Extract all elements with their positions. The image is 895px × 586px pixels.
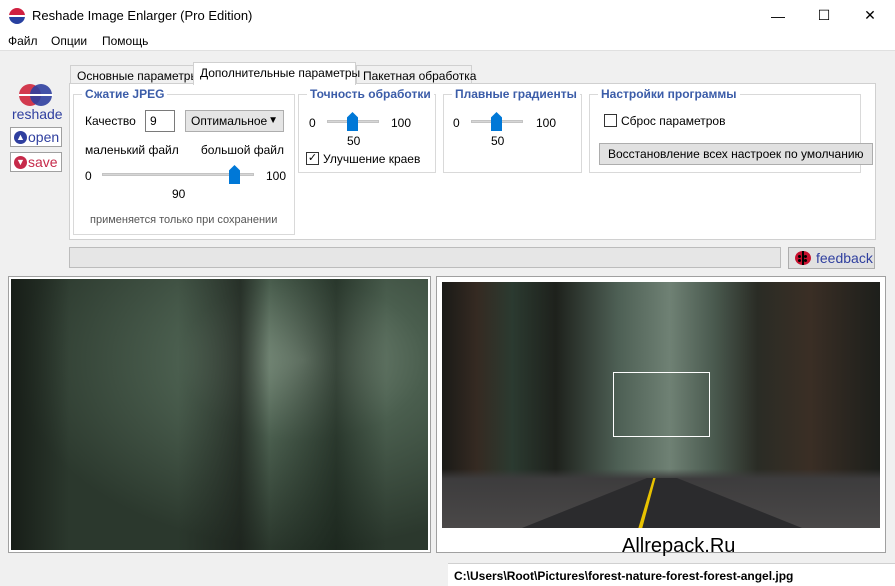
tab-panel-advanced: Сжатие JPEG Качество 9 Оптимальное ▼ мал… [69,83,876,240]
chevron-down-icon: ▼ [268,115,278,126]
close-button[interactable]: ✕ [847,0,893,31]
quality-label: Качество [85,114,136,128]
edge-label: Улучшение краев [323,152,421,166]
accuracy-group: Точность обработки 0 100 50 ✓ Улучшение … [298,87,436,173]
edge-checkbox[interactable]: ✓ [306,152,319,165]
tab-batch[interactable]: Пакетная обработка [356,65,476,85]
minimize-button[interactable]: — [755,0,801,31]
settings-group: Настройки программы Сброс параметров Вос… [589,87,873,173]
menu-options[interactable]: Опции [51,34,87,48]
reshade-logo-icon [19,84,53,108]
save-button[interactable]: ▼ save [10,152,62,172]
jpeg-min-label: 0 [85,169,92,183]
accuracy-min-label: 0 [309,116,316,130]
accuracy-slider-thumb[interactable] [347,112,358,131]
jpeg-value-label: 90 [172,187,186,201]
quality-input[interactable]: 9 [145,110,175,132]
gradients-min-label: 0 [453,116,460,130]
app-window: Reshade Image Enlarger (Pro Edition) — ☐… [0,0,895,586]
maximize-button[interactable]: ☐ [801,0,847,31]
jpeg-group-title: Сжатие JPEG [82,87,168,101]
gradients-max-label: 100 [536,116,557,130]
menu-file[interactable]: Файл [8,34,38,48]
watermark: Allrepack.Ru [622,535,736,557]
preset-value: Оптимальное [191,114,268,128]
menu-bar: Файл Опции Помощь [0,31,895,51]
title-bar: Reshade Image Enlarger (Pro Edition) — ☐… [0,0,895,31]
gradients-value-label: 50 [491,134,505,148]
logo-text: reshade [12,106,63,122]
jpeg-slider-thumb[interactable] [229,165,240,184]
road-shape [512,478,812,528]
feedback-button[interactable]: feedback [788,247,875,269]
jpeg-note: применяется только при сохранении [90,214,278,226]
ladybug-icon [795,251,811,265]
window-title: Reshade Image Enlarger (Pro Edition) [32,8,253,23]
progress-bar [69,247,781,268]
settings-group-title: Настройки программы [598,87,740,101]
gradients-slider-thumb[interactable] [491,112,502,131]
open-label: open [28,129,60,145]
gradients-group: Плавные градиенты 0 100 50 [443,87,582,173]
accuracy-group-title: Точность обработки [307,87,434,101]
open-icon: ▲ [14,130,27,144]
gradients-group-title: Плавные градиенты [452,87,580,101]
save-icon: ▼ [14,155,27,169]
feedback-label: feedback [816,250,873,266]
accuracy-value-label: 50 [347,134,361,148]
restore-defaults-button[interactable]: Восстановление всех настроек по умолчани… [599,143,873,165]
original-view[interactable] [8,276,431,553]
preset-select[interactable]: Оптимальное ▼ [185,110,284,132]
tab-basic[interactable]: Основные параметры [70,65,199,85]
status-path: C:\Users\Root\Pictures\forest-nature-for… [448,563,895,586]
reset-label: Сброс параметров [621,114,726,128]
save-label: save [28,154,58,170]
jpeg-max-label: 100 [266,169,287,183]
jpeg-group: Сжатие JPEG Качество 9 Оптимальное ▼ мал… [73,87,295,235]
app-icon [9,8,25,24]
original-image [11,279,428,550]
large-file-label: большой файл [200,143,284,157]
tab-advanced[interactable]: Дополнительные параметры [193,62,360,85]
selection-rectangle[interactable] [613,372,710,437]
reset-checkbox[interactable] [604,114,617,127]
accuracy-max-label: 100 [391,116,412,130]
open-button[interactable]: ▲ open [10,127,62,147]
small-file-label: маленький файл [85,143,179,157]
menu-help[interactable]: Помощь [102,34,148,48]
